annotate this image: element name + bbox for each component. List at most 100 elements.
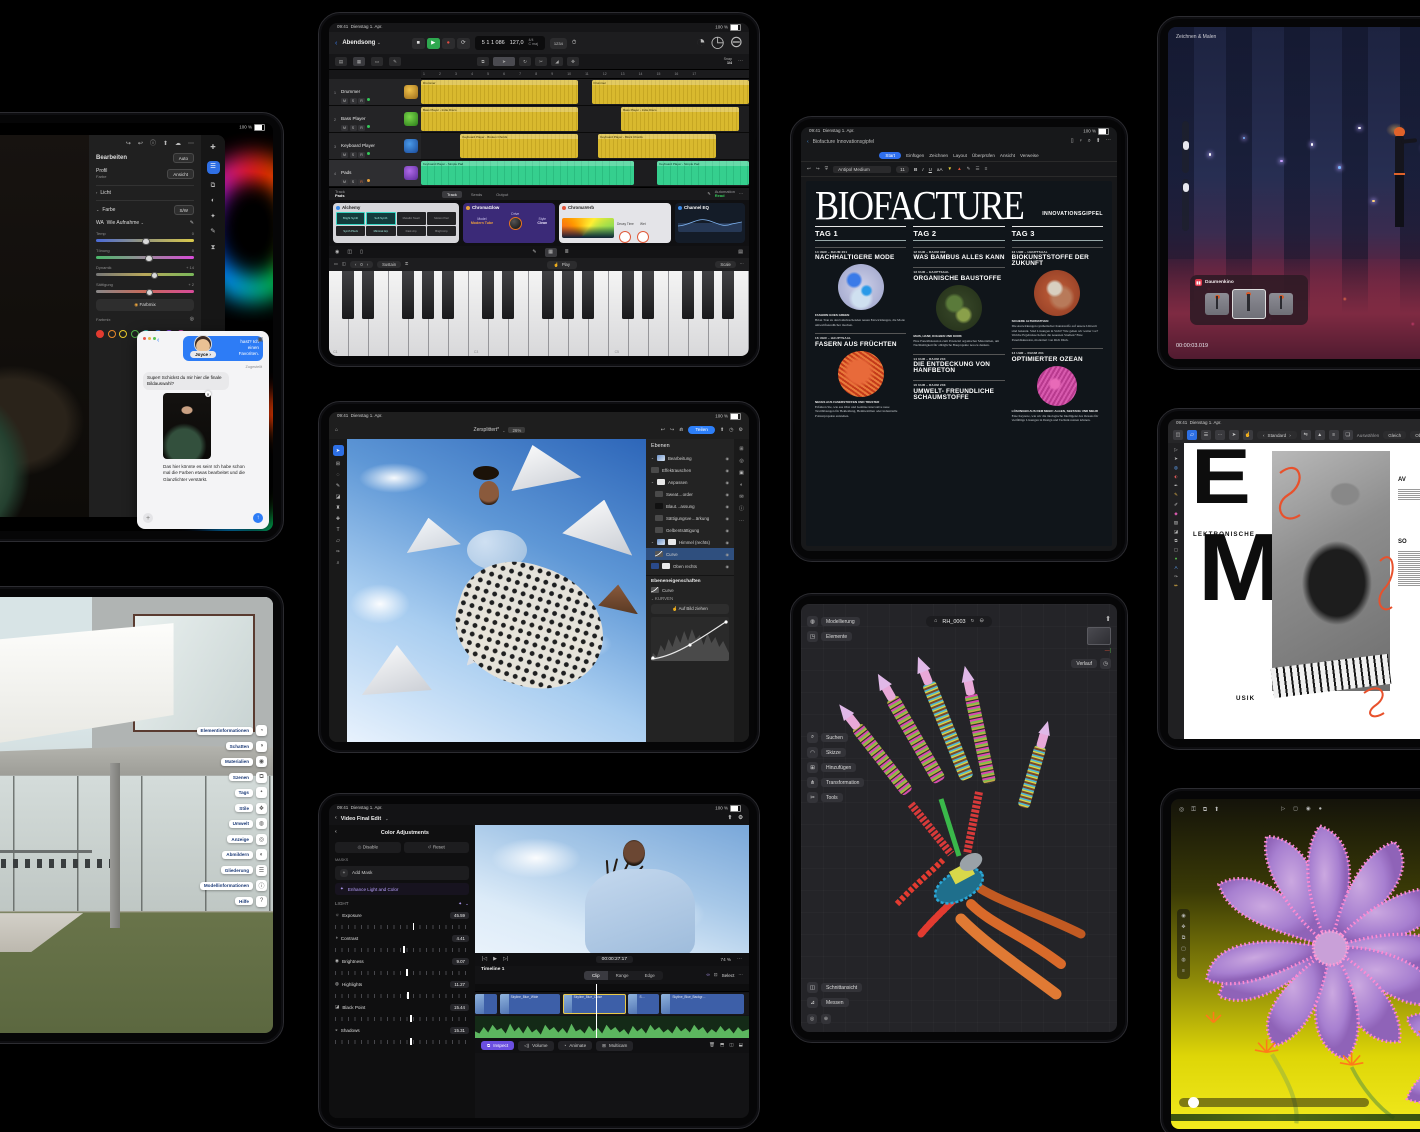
- move-tool[interactable]: ➤: [333, 445, 344, 456]
- export-icon[interactable]: ⬆: [1105, 616, 1111, 623]
- input-icon[interactable]: ▯: [360, 250, 363, 255]
- play-icon[interactable]: ▷: [1281, 807, 1285, 813]
- case-button[interactable]: aA: [937, 167, 943, 172]
- region[interactable]: Bass Player - Indie Disco: [421, 107, 578, 131]
- more-icon[interactable]: ⋯: [738, 973, 743, 978]
- pointer-tool[interactable]: ➤: [493, 57, 515, 66]
- snap-value[interactable]: 1/4: [727, 61, 732, 65]
- play-button[interactable]: ▶: [427, 38, 440, 49]
- help-icon[interactable]: ◷: [711, 35, 725, 51]
- adjustment-icon[interactable]: ◐: [740, 483, 743, 488]
- outliner-icon[interactable]: ☰: [256, 865, 267, 876]
- heal-icon[interactable]: ✚: [210, 145, 215, 152]
- collapse-icon[interactable]: ⌄: [465, 901, 469, 907]
- delete-icon[interactable]: 🗑: [709, 1043, 715, 1048]
- tracks-view-icon[interactable]: ▤: [335, 57, 347, 66]
- more-personas-icon[interactable]: ⋯: [1215, 430, 1225, 440]
- slider-value[interactable]: 45.59: [450, 912, 469, 919]
- settings-icon[interactable]: ⚙: [739, 428, 743, 433]
- pause-icon[interactable]: ▮▮: [1195, 279, 1202, 286]
- drag-on-image-button[interactable]: ☝ Auf Bild ziehen: [651, 604, 729, 614]
- back-icon[interactable]: ‹: [335, 40, 337, 47]
- solo-button[interactable]: S: [350, 152, 357, 158]
- type-tool[interactable]: T: [336, 528, 339, 533]
- tool-label[interactable]: Suchen: [821, 733, 848, 742]
- transform-icon[interactable]: ⋔: [807, 777, 818, 788]
- layer-row[interactable]: Oben rechts◉: [646, 560, 734, 572]
- more-icon[interactable]: ⋯: [738, 59, 743, 64]
- tab-layout[interactable]: Layout: [953, 153, 967, 158]
- camera-icon[interactable]: ◉: [1306, 807, 1311, 813]
- slider-value[interactable]: 4.41: [452, 935, 469, 942]
- elements-label[interactable]: Elemente: [821, 632, 852, 641]
- back-icon[interactable]: ‹: [335, 830, 337, 835]
- align-icon[interactable]: ≡: [1329, 430, 1339, 440]
- add-layer-icon[interactable]: ⊞: [739, 447, 743, 452]
- tool-label[interactable]: Hinzufügen: [821, 763, 856, 772]
- sync-icon[interactable]: ↻: [971, 619, 975, 624]
- shadows-icon[interactable]: ◑: [256, 741, 267, 752]
- farbe-section[interactable]: ⌄FarbeS/W: [96, 200, 194, 215]
- brightness-slider[interactable]: [335, 971, 469, 975]
- vector-persona-icon[interactable]: ▱: [1187, 430, 1197, 440]
- tab-einfuegen[interactable]: Einfügen: [906, 153, 924, 158]
- region[interactable]: Keyboard Player - Block Chords: [598, 134, 716, 158]
- add-icon[interactable]: ⊞: [807, 762, 818, 773]
- layer-row[interactable]: Sweat…order◉: [646, 488, 734, 500]
- brush-icon[interactable]: ✎: [210, 229, 215, 236]
- full-screen-icon[interactable]: ⬓: [739, 1043, 743, 1048]
- region[interactable]: Keyboard Player - Simple Pad: [421, 161, 634, 185]
- underline-button[interactable]: U: [929, 167, 932, 172]
- camera-view-icon[interactable]: ⧉: [1182, 936, 1186, 941]
- color-dot-red[interactable]: [96, 330, 104, 338]
- search-icon[interactable]: ⌕: [1088, 139, 1091, 145]
- tab-verweise[interactable]: Verweise: [1020, 153, 1039, 158]
- metronome-icon[interactable]: ⏱: [572, 40, 577, 46]
- keyboard-layout-icon[interactable]: ▭: [334, 262, 338, 266]
- visibility-icon[interactable]: ◎: [739, 459, 743, 464]
- redo-icon[interactable]: ↪: [126, 141, 131, 147]
- region[interactable]: Keyboard Player - Broken Chords: [460, 134, 578, 158]
- object-icon[interactable]: ▢: [1181, 947, 1186, 952]
- filmstrip[interactable]: [1171, 1114, 1420, 1121]
- visibility-icon[interactable]: ◉: [726, 528, 730, 533]
- tab-zeichnen[interactable]: Zeichnen: [929, 153, 948, 158]
- warp-icon[interactable]: ▲: [1315, 430, 1325, 440]
- ansicht-button[interactable]: Ansicht: [167, 169, 194, 179]
- sustain-button[interactable]: Sustain: [377, 261, 401, 268]
- preset-cell[interactable]: Metallic Swell: [397, 212, 426, 225]
- clip[interactable]: Skyline_Blue_Backgr…: [661, 994, 743, 1014]
- target-icon[interactable]: ◎: [190, 317, 194, 322]
- photoshop-canvas[interactable]: [347, 439, 646, 742]
- inspector-icon[interactable]: ▭: [371, 57, 383, 66]
- visibility-icon[interactable]: ◉: [726, 504, 730, 509]
- window-controls[interactable]: [143, 337, 156, 340]
- farbmix-button[interactable]: ◉ Farbmix: [96, 299, 194, 311]
- mute-button[interactable]: M: [341, 152, 348, 158]
- select-button[interactable]: Select: [722, 973, 735, 978]
- equal-button[interactable]: Gleich: [1383, 431, 1406, 439]
- help-icon[interactable]: ?: [256, 896, 267, 907]
- lcd-display[interactable]: 5 1 1 086 127,0 4/4C maj: [475, 36, 545, 50]
- font-size[interactable]: 11: [896, 166, 909, 173]
- brush-tool[interactable]: ✐: [1174, 503, 1178, 508]
- crop-icon[interactable]: ⧉: [211, 183, 216, 190]
- collapse-icon[interactable]: ⊖: [979, 619, 984, 625]
- inspect-button[interactable]: ⧉Inspect: [481, 1041, 514, 1050]
- tab-track[interactable]: Track: [442, 191, 462, 198]
- layer-row[interactable]: Effektrauschen◉: [646, 464, 734, 476]
- brush-size-slider[interactable]: [1182, 121, 1189, 173]
- rectangle-tool[interactable]: ▢: [1174, 548, 1178, 553]
- crop-tool[interactable]: ⬖: [1174, 475, 1178, 480]
- flipbook-frame-current[interactable]: [1232, 289, 1266, 319]
- document-title[interactable]: Zersplittert*: [474, 427, 500, 433]
- connect-icon[interactable]: ∞: [706, 973, 709, 978]
- zoom-tool[interactable]: ⌕: [337, 561, 340, 566]
- node-tool-icon[interactable]: ☝: [1243, 430, 1253, 440]
- zoom-level[interactable]: 26%: [508, 427, 525, 433]
- slider-value[interactable]: 15.31: [450, 1027, 469, 1034]
- viewer-zoom[interactable]: 74 %: [721, 957, 731, 962]
- lightbulb-icon[interactable]: ♀: [1079, 139, 1083, 145]
- render-progress-slider[interactable]: [1179, 1098, 1369, 1107]
- plugin-chromaverb[interactable]: ChromaVerb Decay Time Wet: [559, 203, 671, 243]
